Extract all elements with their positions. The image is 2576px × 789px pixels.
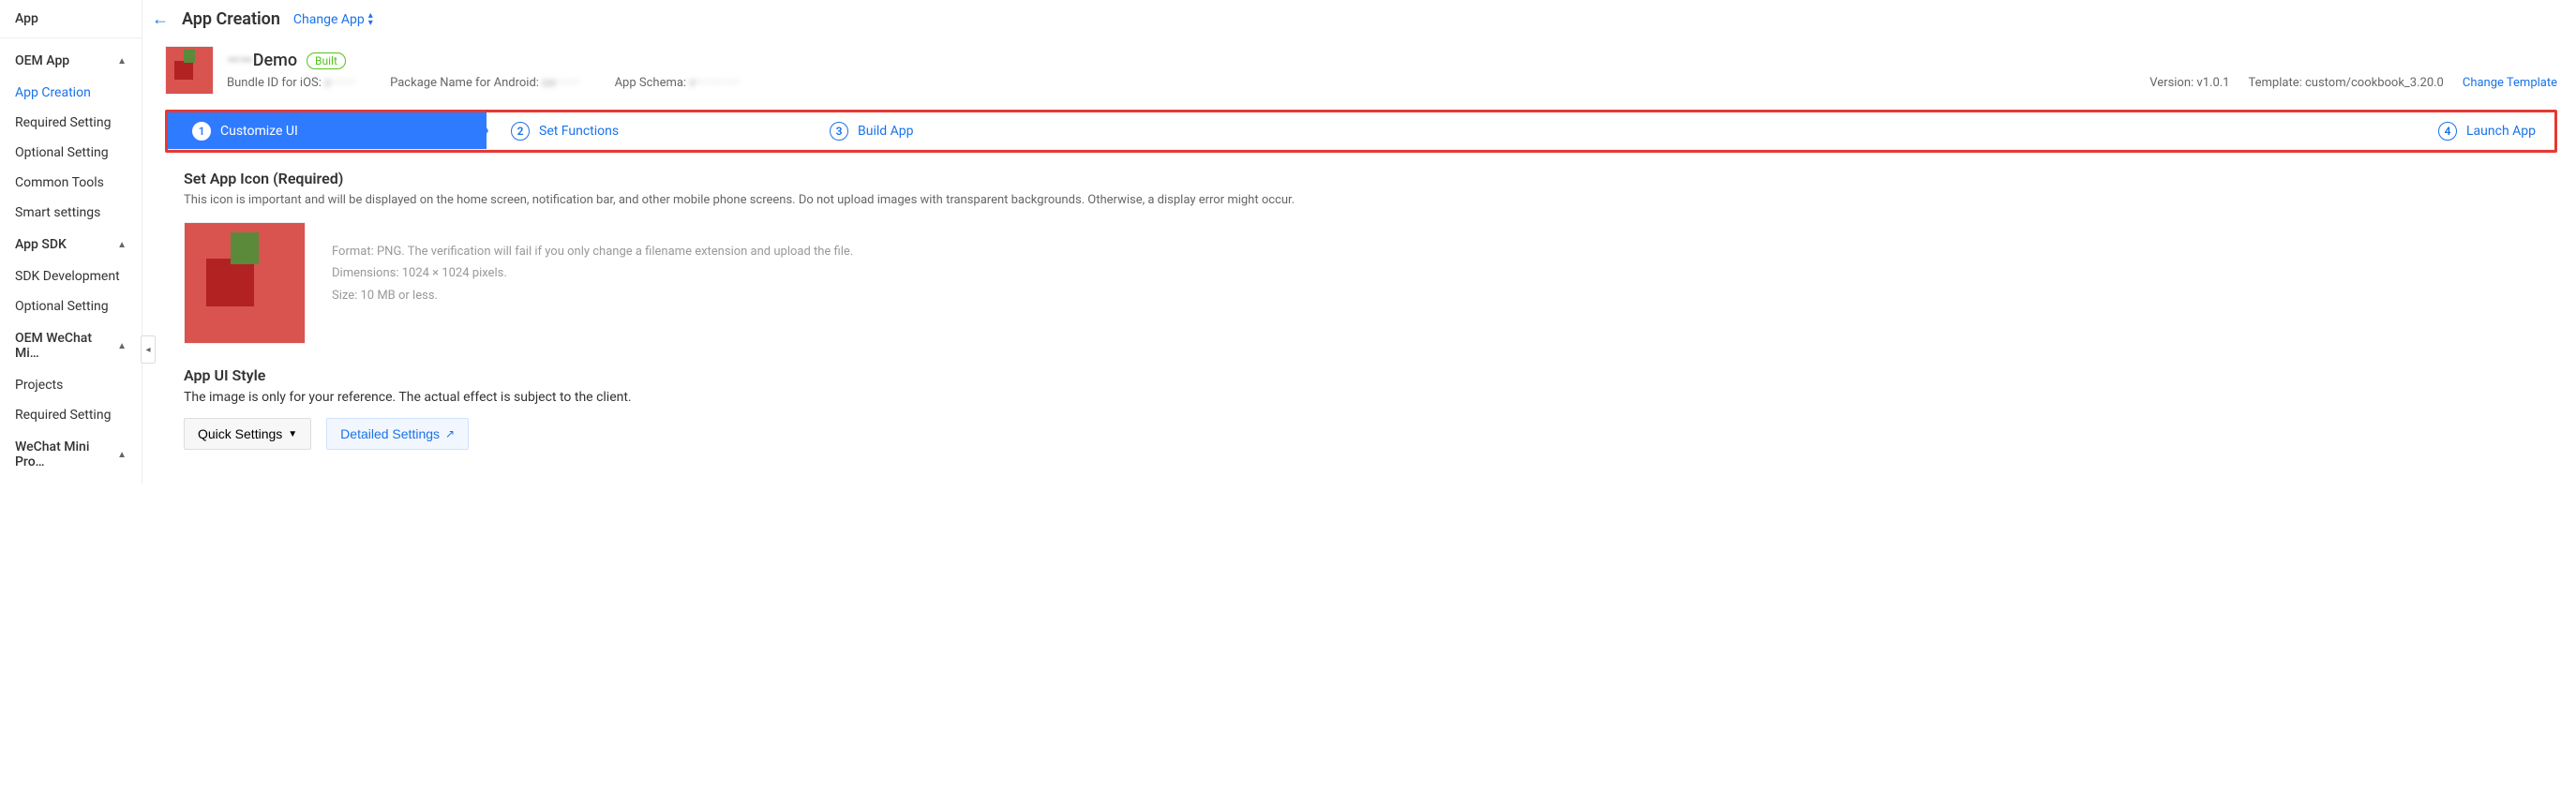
app-schema: App Schema: v·············· — [615, 76, 741, 90]
app-name-masked: —— — [227, 51, 253, 70]
chevron-up-icon: ▲ — [117, 240, 127, 250]
bundle-id: Bundle ID for iOS: c········ — [227, 76, 356, 90]
sidebar-group-label: OEM WeChat Mi… — [15, 331, 117, 361]
steps-highlight-box: 1 Customize UI 2 Set Functions 3 Build A… — [165, 110, 2557, 153]
step-build-app[interactable]: 3 Build App — [805, 112, 1124, 149]
sidebar-item-required-setting-wechat[interactable]: Required Setting — [0, 400, 142, 430]
version-value: v1.0.1 — [2196, 76, 2229, 90]
package-name: Package Name for Android: co········ — [390, 76, 580, 90]
sidebar-item-app-creation[interactable]: App Creation — [0, 78, 142, 108]
section-desc: The image is only for your reference. Th… — [184, 390, 2557, 405]
detailed-settings-button[interactable]: Detailed Settings ↗ — [326, 418, 469, 450]
sidebar-item-projects[interactable]: Projects — [0, 370, 142, 400]
icon-hints: Format: PNG. The verification will fail … — [332, 222, 853, 306]
sidebar-top-label: App — [0, 0, 142, 38]
caret-down-icon: ▼ — [288, 429, 297, 439]
sidebar-item-required-setting[interactable]: Required Setting — [0, 108, 142, 138]
sidebar-item-common-tools[interactable]: Common Tools — [0, 168, 142, 198]
sidebar-group-wechat-mini[interactable]: WeChat Mini Pro… ▲ — [0, 430, 142, 479]
section-app-ui-style: App UI Style The image is only for your … — [142, 344, 2576, 450]
sidebar-group-label: WeChat Mini Pro… — [15, 439, 117, 469]
package-value: co········ — [542, 76, 580, 90]
app-header: ——Demo Built Bundle ID for iOS: c·······… — [142, 42, 2576, 102]
sidebar-group-label: App SDK — [15, 237, 67, 252]
schema-label: App Schema: — [615, 76, 687, 90]
sidebar-group-oem-wechat[interactable]: OEM WeChat Mi… ▲ — [0, 321, 142, 370]
sidebar-group-app-sdk[interactable]: App SDK ▲ — [0, 228, 142, 261]
sidebar: App OEM App ▲ App Creation Required Sett… — [0, 0, 142, 484]
chevron-up-icon: ▲ — [117, 450, 127, 460]
step-number: 3 — [830, 122, 848, 141]
step-number: 2 — [511, 122, 530, 141]
app-icon-preview[interactable] — [184, 222, 306, 344]
version: Version: v1.0.1 — [2149, 76, 2229, 90]
change-template-link[interactable]: Change Template — [2463, 76, 2557, 90]
change-app-label: Change App — [293, 12, 365, 27]
template-value: custom/cookbook_3.20.0 — [2305, 76, 2444, 90]
step-label: Launch App — [2466, 124, 2536, 139]
app-name-text: Demo — [253, 51, 297, 70]
sidebar-item-optional-setting[interactable]: Optional Setting — [0, 138, 142, 168]
section-desc: This icon is important and will be displ… — [184, 193, 2557, 207]
chevron-up-icon: ▲ — [117, 341, 127, 351]
app-name: ——Demo — [227, 51, 297, 70]
steps: 1 Customize UI 2 Set Functions 3 Build A… — [168, 112, 2554, 150]
status-badge: Built — [307, 52, 346, 69]
step-label: Set Functions — [539, 124, 619, 139]
sidebar-group-oem-app[interactable]: OEM App ▲ — [0, 44, 142, 78]
hint-format: Format: PNG. The verification will fail … — [332, 241, 853, 262]
step-launch-app[interactable]: 4 Launch App — [1124, 112, 2554, 149]
step-label: Build App — [858, 124, 913, 139]
section-set-app-icon: Set App Icon (Required) This icon is imp… — [142, 153, 2576, 344]
breadcrumb: ← App Creation Change App ▴▾ — [142, 0, 2576, 42]
package-label: Package Name for Android: — [390, 76, 539, 90]
step-set-functions[interactable]: 2 Set Functions — [487, 112, 805, 149]
sort-icon: ▴▾ — [368, 12, 373, 27]
chevron-up-icon: ▲ — [117, 56, 127, 67]
step-number: 4 — [2438, 122, 2457, 141]
quick-settings-button[interactable]: Quick Settings ▼ — [184, 418, 311, 450]
step-customize-ui[interactable]: 1 Customize UI — [168, 112, 487, 149]
version-label: Version: — [2149, 76, 2194, 90]
button-label: Quick Settings — [198, 426, 282, 441]
page-title: App Creation — [182, 9, 280, 29]
section-title: Set App Icon (Required) — [184, 170, 2557, 187]
sidebar-item-smart-settings[interactable]: Smart settings — [0, 198, 142, 228]
section-title: App UI Style — [184, 366, 2557, 384]
external-link-icon: ↗ — [445, 427, 455, 440]
step-number: 1 — [192, 122, 211, 141]
bundle-value: c········ — [324, 76, 356, 90]
button-label: Detailed Settings — [340, 426, 440, 441]
back-arrow-icon[interactable]: ← — [152, 9, 169, 29]
sidebar-group-label: OEM App — [15, 53, 69, 68]
sidebar-item-optional-setting-sdk[interactable]: Optional Setting — [0, 291, 142, 321]
sidebar-item-sdk-development[interactable]: SDK Development — [0, 261, 142, 291]
hint-size: Size: 10 MB or less. — [332, 285, 853, 306]
app-icon-thumb — [165, 46, 214, 95]
bundle-label: Bundle ID for iOS: — [227, 76, 322, 90]
main: ← App Creation Change App ▴▾ ——Demo Buil… — [142, 0, 2576, 484]
template-label: Template: — [2249, 76, 2302, 90]
hint-dimensions: Dimensions: 1024 × 1024 pixels. — [332, 262, 853, 284]
schema-value: v·············· — [689, 76, 740, 90]
template: Template: custom/cookbook_3.20.0 — [2249, 76, 2444, 90]
change-app-link[interactable]: Change App ▴▾ — [293, 12, 373, 27]
step-label: Customize UI — [220, 124, 298, 139]
